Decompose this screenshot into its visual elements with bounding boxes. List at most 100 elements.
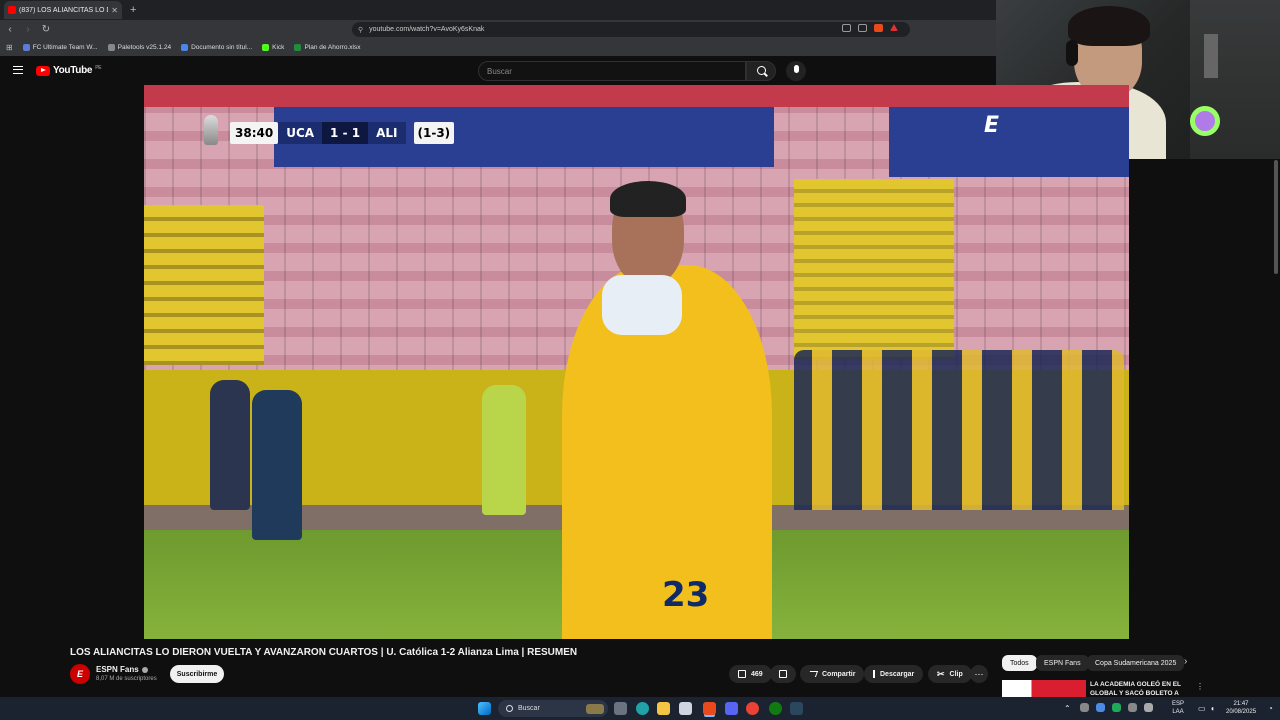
youtube-favicon-icon (8, 6, 16, 14)
tray-app-icon[interactable] (1096, 703, 1105, 712)
network-icon[interactable]: ▭ (1198, 703, 1206, 714)
close-tab-icon[interactable]: ✕ (111, 6, 118, 15)
brave-icon[interactable] (703, 702, 716, 715)
chip-all[interactable]: Todos (1002, 655, 1037, 671)
match-clock: 38:40 (230, 122, 279, 144)
tray-app-icon[interactable] (1112, 703, 1121, 712)
bookmarks-bar: ⊞ FC Ultimate Team W... Paletools v25.1.… (0, 39, 996, 56)
bookmark-item[interactable]: FC Ultimate Team W... (22, 44, 98, 51)
search-icon[interactable] (746, 61, 776, 81)
browser-toolbar: ‹ › ↻ ⚲ youtube.com/watch?v=AvoKy6sKnak (0, 20, 996, 39)
thumbs-down-icon (779, 670, 787, 678)
chrome-icon[interactable] (746, 702, 759, 715)
reload-icon[interactable]: ↻ (38, 24, 54, 35)
install-app-icon[interactable] (842, 24, 851, 32)
bookmark-favicon-icon (294, 44, 302, 51)
channel-avatar[interactable]: E (70, 664, 90, 684)
away-team: ALI (368, 122, 406, 144)
taskbar-search[interactable]: Buscar (498, 700, 608, 717)
back-icon[interactable]: ‹ (2, 24, 18, 35)
scissors-icon: ✂ (937, 668, 945, 679)
start-icon[interactable] (478, 702, 491, 715)
search-input[interactable]: Buscar (478, 61, 746, 81)
download-icon (873, 670, 875, 678)
bookmark-item[interactable]: Kick (262, 44, 284, 51)
like-button[interactable]: 469 (729, 665, 772, 683)
chip-topic[interactable]: Copa Sudamericana 2025 (1087, 655, 1185, 671)
score: 1 - 1 (322, 122, 369, 144)
dislike-button[interactable] (770, 665, 796, 683)
tab-title: (837) LOS ALIANCITAS LO DIERON (19, 6, 108, 14)
tray-chevron-icon[interactable]: ⌃ (1064, 703, 1071, 714)
share-button[interactable]: Compartir (800, 665, 865, 683)
windows-taskbar: Buscar ⌃ ESP LAA ▭ ◖ 21:47 20/08/2025 ◔ (0, 697, 1280, 720)
bookmark-item[interactable]: Plan de Ahorro.xlsx (294, 44, 360, 51)
goalkeeper-gloves (602, 275, 682, 335)
verified-icon (141, 666, 148, 673)
brave-rewards-icon[interactable] (890, 24, 898, 31)
browser-tab[interactable]: (837) LOS ALIANCITAS LO DIERON ✕ (4, 1, 122, 19)
chip-channel[interactable]: ESPN Fans (1036, 655, 1089, 671)
keyboard-language[interactable]: ESP LAA (1172, 700, 1184, 717)
subscribe-button[interactable]: Suscribirme (170, 665, 224, 683)
xbox-icon[interactable] (769, 702, 782, 715)
subscriber-count: 8,07 M de suscriptores (96, 676, 157, 682)
home-team: UCA (278, 122, 323, 144)
video-player[interactable]: E 38:40 UCA 1 - 1 ALI (1-3) 23 (144, 85, 1129, 639)
tray-app-icon[interactable] (1144, 703, 1153, 712)
search-icon (506, 705, 513, 712)
channel-name-row[interactable]: ESPN Fans (96, 665, 148, 674)
volume-icon[interactable]: ◖ (1210, 703, 1215, 714)
forward-icon[interactable]: › (20, 24, 36, 35)
bookmark-item[interactable]: Paletools v25.1.24 (107, 44, 171, 51)
site-info-icon[interactable]: ⚲ (358, 26, 363, 34)
celebrating-players (794, 350, 1124, 510)
chevron-right-icon[interactable]: › (1184, 656, 1187, 667)
tournament-trophy-icon (204, 115, 218, 145)
bookmark-favicon-icon (107, 44, 115, 51)
youtube-header: YouTube PE Buscar (0, 57, 996, 85)
broadcaster-logo: E (983, 113, 999, 138)
clock[interactable]: 21:47 20/08/2025 (1226, 700, 1256, 717)
more-vert-icon[interactable]: ⋮ (1196, 682, 1204, 691)
tray-app-icon[interactable] (1080, 703, 1089, 712)
staff-figure (252, 390, 302, 540)
share-icon (807, 671, 819, 677)
goalkeeper: 23 (562, 181, 772, 639)
youtube-logo[interactable]: YouTube PE (36, 65, 102, 76)
apps-grid-icon[interactable]: ⊞ (6, 43, 13, 52)
brave-shields-icon[interactable] (874, 24, 883, 32)
youtube-play-icon (36, 65, 50, 76)
download-button[interactable]: Descargar (864, 665, 924, 683)
steam-icon[interactable] (790, 702, 803, 715)
store-icon[interactable] (679, 702, 692, 715)
scorebug: 38:40 UCA 1 - 1 ALI (1-3) (230, 121, 455, 145)
edge-icon[interactable] (636, 702, 649, 715)
file-explorer-icon[interactable] (657, 702, 670, 715)
thumbs-up-icon (738, 670, 746, 678)
clip-button[interactable]: ✂ Clip (928, 665, 972, 683)
hamburger-menu-icon[interactable] (13, 66, 23, 74)
microphone-icon[interactable] (786, 61, 806, 81)
recommended-title[interactable]: LA ACADEMIA GOLEÓ EN EL GLOBAL Y SACÓ BO… (1090, 681, 1186, 699)
new-tab-icon[interactable]: + (130, 4, 136, 16)
video-title: LOS ALIANCITAS LO DIERON VUELTA Y AVANZA… (70, 647, 578, 658)
address-bar[interactable]: ⚲ youtube.com/watch?v=AvoKy6sKnak (352, 22, 910, 37)
bookmark-favicon-icon (22, 44, 30, 51)
channel-name[interactable]: ESPN Fans (96, 665, 139, 674)
discord-icon[interactable] (725, 702, 738, 715)
browser-tabbar: (837) LOS ALIANCITAS LO DIERON ✕ + (0, 0, 996, 20)
notifications-icon[interactable]: ◔ (1268, 703, 1273, 714)
more-actions-icon[interactable]: ⋯ (970, 665, 988, 683)
youtube-logo-text: YouTube (53, 65, 93, 76)
tray-app-icon[interactable] (1128, 703, 1137, 712)
like-count: 469 (751, 670, 763, 678)
steward-figure (482, 385, 526, 515)
url-text: youtube.com/watch?v=AvoKy6sKnak (369, 26, 485, 33)
bookmark-item[interactable]: Documento sin títul... (181, 44, 252, 51)
page-scrollbar[interactable] (1274, 160, 1278, 274)
share-page-icon[interactable] (858, 24, 867, 32)
task-view-icon[interactable] (614, 702, 627, 715)
bookmark-favicon-icon (181, 44, 189, 51)
bookmark-favicon-icon (262, 44, 270, 51)
